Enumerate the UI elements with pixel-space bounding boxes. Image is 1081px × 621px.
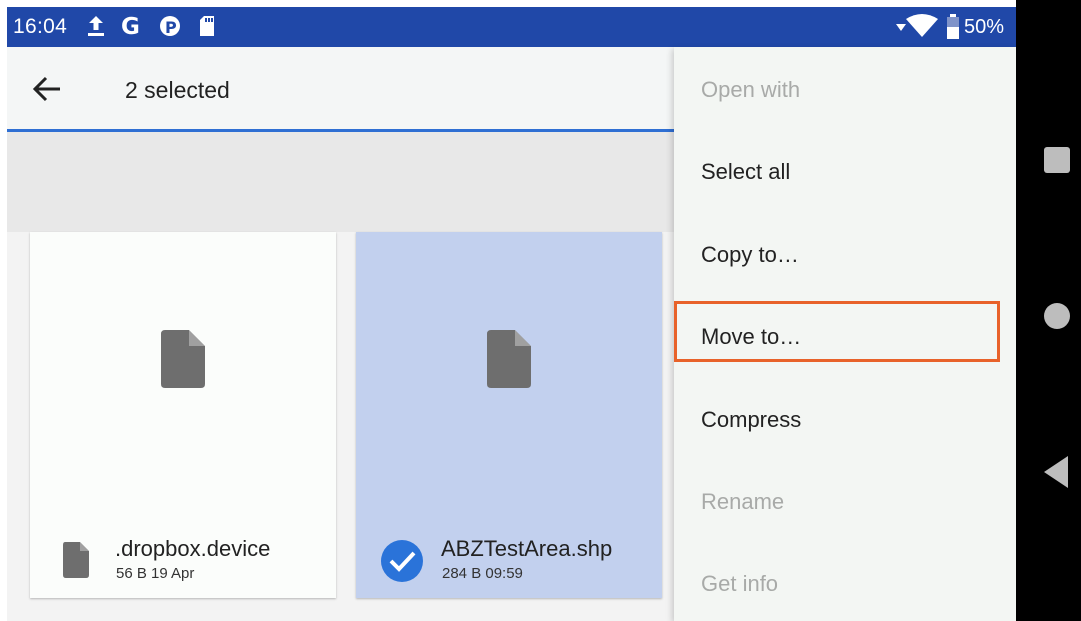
svg-text:P: P: [165, 18, 177, 37]
home-button[interactable]: [1016, 286, 1081, 346]
navigation-bar: [1016, 0, 1081, 621]
file-meta: 56 B 19 Apr: [116, 565, 195, 582]
arrow-back-icon: [32, 76, 60, 102]
status-time: 16:04: [13, 15, 68, 38]
menu-item-open-with[interactable]: Open with: [674, 49, 1016, 131]
menu-item-rename[interactable]: Rename: [674, 461, 1016, 543]
menu-item-select-all[interactable]: Select all: [674, 131, 1016, 213]
battery-icon: [947, 14, 959, 39]
file-card-selected[interactable]: ABZTestArea.shp 284 B 09:59: [356, 232, 662, 598]
file-meta: 284 B 09:59: [442, 565, 523, 582]
file-icon: [161, 330, 205, 388]
file-type-icon: [63, 542, 89, 578]
recents-icon: [1044, 147, 1070, 173]
file-name: ABZTestArea.shp: [441, 536, 613, 561]
check-circle-icon[interactable]: [380, 539, 424, 583]
selection-count-title: 2 selected: [125, 77, 230, 103]
battery-percent: 50%: [963, 16, 1004, 38]
home-icon: [1044, 303, 1070, 329]
back-icon: [1044, 456, 1068, 488]
overflow-menu: Open with Select all Copy to… Move to… C…: [674, 47, 1016, 621]
menu-item-compress[interactable]: Compress: [674, 379, 1016, 461]
back-button[interactable]: [29, 71, 65, 107]
menu-item-get-info[interactable]: Get info: [674, 543, 1016, 621]
back-nav-button[interactable]: [1016, 442, 1081, 502]
wifi-icon: [906, 14, 938, 37]
svg-text:G: G: [121, 14, 140, 39]
p-app-icon: P: [160, 16, 180, 37]
file-card[interactable]: .dropbox.device 56 B 19 Apr: [30, 232, 336, 598]
google-icon: G: [121, 14, 140, 39]
recents-button[interactable]: [1016, 130, 1081, 190]
upload-icon: [88, 16, 104, 36]
status-bar: 16:04 G P 50%: [7, 7, 1016, 47]
file-icon: [487, 330, 531, 388]
device-screen: 16:04 G P 50% 2 selected .dropbox.device…: [7, 7, 1016, 621]
file-card-footer: .dropbox.device 56 B 19 Apr: [30, 528, 336, 598]
file-card-footer: ABZTestArea.shp 284 B 09:59: [356, 528, 662, 598]
file-name: .dropbox.device: [115, 536, 271, 561]
sd-card-icon: [200, 16, 214, 36]
menu-item-move-to[interactable]: Move to…: [674, 296, 1016, 378]
menu-item-copy-to[interactable]: Copy to…: [674, 214, 1016, 296]
